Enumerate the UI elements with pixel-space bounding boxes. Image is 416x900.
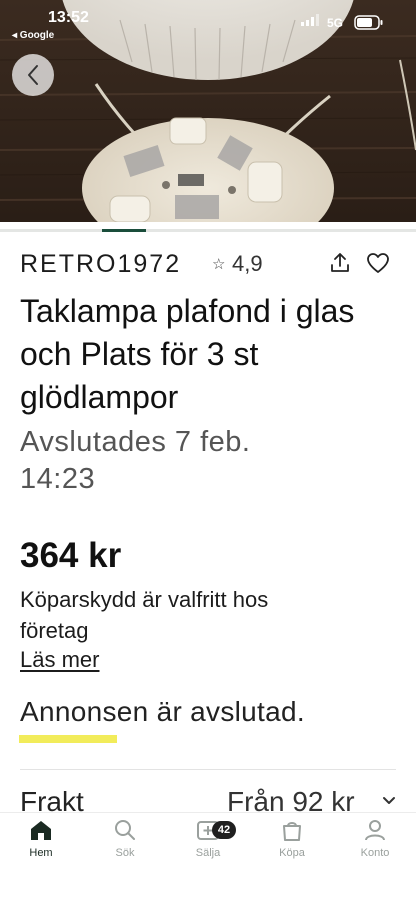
chevron-left-icon bbox=[28, 65, 38, 85]
nav-label: Hem bbox=[29, 847, 53, 859]
listing-title: Taklampa plafond i glas och Plats för 3 … bbox=[20, 293, 355, 415]
nav-item-kopa[interactable]: Köpa bbox=[252, 819, 332, 871]
buyer-protection-text: Köparskydd är valfritt hos företag bbox=[20, 587, 269, 643]
gallery-indicator-active bbox=[102, 229, 146, 232]
notification-badge: 42 bbox=[212, 821, 236, 839]
gallery-indicator-track bbox=[0, 229, 416, 232]
chevron-down-icon bbox=[383, 797, 395, 804]
cellular-signal-icon bbox=[301, 14, 319, 26]
nav-label: Sök bbox=[115, 847, 135, 859]
heart-icon[interactable] bbox=[366, 252, 390, 274]
search-icon bbox=[115, 820, 135, 840]
nav-item-salja[interactable]: 42 Sälja bbox=[168, 819, 248, 871]
status-bar: 13:52 ◂ Google 5G bbox=[0, 0, 416, 44]
network-type: 5G bbox=[327, 16, 344, 30]
status-time: 13:52 bbox=[48, 9, 89, 26]
share-icon[interactable] bbox=[328, 251, 352, 275]
bottom-navigation: Hem Sök 42 Sälja Köpa Konto bbox=[0, 812, 416, 900]
shopping-bag-icon bbox=[283, 822, 301, 841]
battery-icon bbox=[354, 15, 383, 30]
nav-label: Köpa bbox=[279, 847, 305, 859]
listing-price: 364 kr bbox=[20, 536, 122, 575]
nav-item-hem[interactable]: Hem bbox=[1, 819, 81, 871]
seller-name[interactable]: RETRO1972 bbox=[20, 250, 181, 279]
ad-ended-notice: Annonsen är avslutad. bbox=[20, 696, 305, 727]
divider bbox=[20, 769, 396, 770]
highlight-bar bbox=[19, 735, 117, 743]
seller-row: RETRO1972 ☆ 4,9 bbox=[20, 248, 396, 280]
nav-item-konto[interactable]: Konto bbox=[335, 819, 415, 871]
listing-ended-date: Avslutades 7 feb. 14:23 bbox=[20, 426, 251, 495]
seller-rating: 4,9 bbox=[232, 251, 263, 276]
nav-label: Konto bbox=[360, 847, 390, 859]
star-icon: ☆ bbox=[212, 256, 226, 273]
back-button[interactable] bbox=[12, 54, 54, 96]
nav-label: Sälja bbox=[195, 847, 221, 859]
home-icon bbox=[31, 821, 51, 840]
back-to-app-link[interactable]: ◂ Google bbox=[12, 30, 54, 41]
read-more-link[interactable]: Läs mer bbox=[20, 647, 99, 673]
nav-item-sok[interactable]: Sök bbox=[85, 819, 165, 871]
account-icon bbox=[365, 820, 385, 841]
